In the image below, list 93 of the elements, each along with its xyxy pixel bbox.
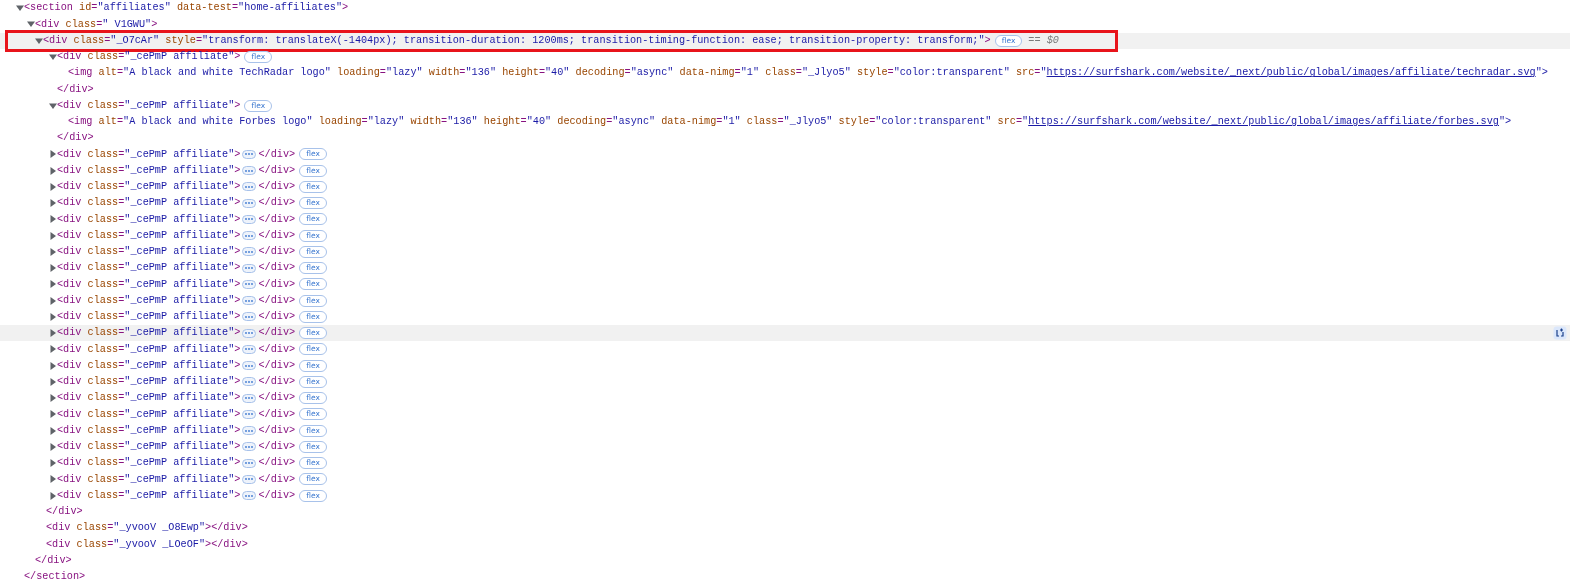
code-text: <div class="_O7cAr" style="transform: translateX(-1404px); transition-duration: 1200ms; transition-timing-function: ease; transition-property: transform;"> [43,33,991,48]
code-text: <div class="_cePmP affiliate"> [57,50,241,65]
code-text: </div> [258,358,296,373]
expand-arrow-icon[interactable] [49,280,57,289]
code-text: <div class="_cePmP affiliate"> [57,358,241,373]
tree-row[interactable]: <div class="_yvooV _LOeOF"></div> [0,536,1570,553]
code-text: <div class=" V1GWU"> [35,17,158,32]
code-text: <div class="_cePmP affiliate"> [57,212,241,227]
code-text: <div class="_cePmP affiliate"> [57,456,241,471]
code-text: <div class="_cePmP affiliate"> [57,488,241,503]
code-text: <div class="_cePmP affiliate"> [57,261,241,276]
code-text: </div> [46,505,83,520]
code-text: </div> [258,261,296,276]
code-text: <div class="_cePmP affiliate"> [57,423,241,438]
code-text: <div class="_cePmP affiliate"> [57,196,241,211]
code-text: <div class="_yvooV _O8Ewp"></div> [46,521,248,536]
code-text: </div> [258,342,296,357]
expand-arrow-icon[interactable] [49,361,57,370]
code-text: </div> [258,245,296,260]
tree-row[interactable]: <div class=" V1GWU"> [0,16,1570,33]
code-text: <div class="_yvooV _LOeOF"></div> [46,537,248,552]
expand-arrow-icon[interactable] [49,426,57,435]
code-text: </div> [35,553,72,568]
code-text: <div class="_cePmP affiliate"> [57,163,241,178]
collapse-arrow-icon[interactable] [49,52,57,61]
code-text: <div class="_cePmP affiliate"> [57,391,241,406]
expand-arrow-icon[interactable] [49,345,57,354]
collapse-arrow-icon[interactable] [27,20,35,29]
code-text: </div> [258,180,296,195]
code-text: </div> [258,456,296,471]
expand-arrow-icon[interactable] [49,410,57,419]
code-text: </div> [258,326,296,341]
expand-arrow-icon[interactable] [49,150,57,159]
code-text: <img alt="A black and white TechRadar logo" loading="lazy" width="136" height="40" decoding="async" data-nimg="1" class="_Jlyo5" style="color:transparent" src="https://surfshark.com/website/_next/public/global/images/affiliate/techradar.svg"> [68,66,1548,81]
code-text: </div> [258,375,296,390]
expand-arrow-icon[interactable] [49,199,57,208]
code-text: <div class="_cePmP affiliate"> [57,98,241,113]
expand-arrow-icon[interactable] [49,247,57,256]
collapse-arrow-icon[interactable] [49,101,57,110]
link[interactable]: https://surfshark.com/website/_next/public/global/images/affiliate/techradar.svg [1046,67,1536,79]
code-text: </div> [258,391,296,406]
code-text: </div> [258,212,296,227]
code-text: </div> [258,440,296,455]
expand-arrow-icon[interactable] [49,312,57,321]
expand-arrow-icon[interactable] [49,329,57,338]
collapse-arrow-icon[interactable] [35,36,43,45]
code-text: <section id="affiliates" data-test="home-affiliates"> [24,1,349,16]
code-text: <div class="_cePmP affiliate"> [57,375,241,390]
collapse-arrow-icon[interactable] [16,4,24,13]
code-text: </div> [258,472,296,487]
code-text: </div> [258,163,296,178]
code-text: <div class="_cePmP affiliate"> [57,245,241,260]
code-text: </div> [57,82,94,97]
code-text: </div> [258,277,296,292]
code-text: <div class="_cePmP affiliate"> [57,310,241,325]
expand-arrow-icon[interactable] [49,166,57,175]
code-text: </div> [258,196,296,211]
tree-row[interactable]: <section id="affiliates" data-test="home-affiliates"> [0,0,1570,17]
code-text: <div class="_cePmP affiliate"> [57,472,241,487]
code-text: <div class="_cePmP affiliate"> [57,180,241,195]
link[interactable]: https://surfshark.com/website/_next/public/global/images/affiliate/forbes.svg [1028,116,1499,128]
code-text: </section> [24,570,86,585]
code-text: </div> [258,310,296,325]
code-text: <img alt="A black and white Forbes logo" loading="lazy" width="136" height="40" decoding="async" data-nimg="1" class="_Jlyo5" style="color:transparent" src="https://surfshark.com/website/_next/public/global/images/affiliate/forbes.svg"> [68,115,1512,130]
tree-row[interactable]: <div class="_yvooV _O8Ewp"></div> [0,520,1570,537]
code-text: <div class="_cePmP affiliate"> [57,228,241,243]
code-text: <div class="_cePmP affiliate"> [57,147,241,162]
expand-arrow-icon[interactable] [49,475,57,484]
expand-arrow-icon[interactable] [49,442,57,451]
code-text: <div class="_cePmP affiliate"> [57,440,241,455]
expand-arrow-icon[interactable] [49,182,57,191]
expand-arrow-icon[interactable] [49,377,57,386]
code-text: <div class="_cePmP affiliate"> [57,342,241,357]
expand-arrow-icon[interactable] [49,264,57,273]
code-text: </div> [57,131,94,146]
node-reference-text: == $0 [1028,33,1059,48]
code-text: <div class="_cePmP affiliate"> [57,293,241,308]
code-text: <div class="_cePmP affiliate"> [57,277,241,292]
expand-arrow-icon[interactable] [49,231,57,240]
code-text: <div class="_cePmP affiliate"> [57,326,241,341]
code-text: </div> [258,228,296,243]
expand-arrow-icon[interactable] [49,459,57,468]
bracket-plus-icon[interactable] [1553,326,1567,340]
expand-arrow-icon[interactable] [49,215,57,224]
expand-arrow-icon[interactable] [49,394,57,403]
code-text: </div> [258,423,296,438]
code-text: <div class="_cePmP affiliate"> [57,407,241,422]
code-text: </div> [258,488,296,503]
expand-arrow-icon[interactable] [49,491,57,500]
code-text: </div> [258,147,296,162]
code-text: </div> [258,293,296,308]
code-text: </div> [258,407,296,422]
expand-arrow-icon[interactable] [49,296,57,305]
